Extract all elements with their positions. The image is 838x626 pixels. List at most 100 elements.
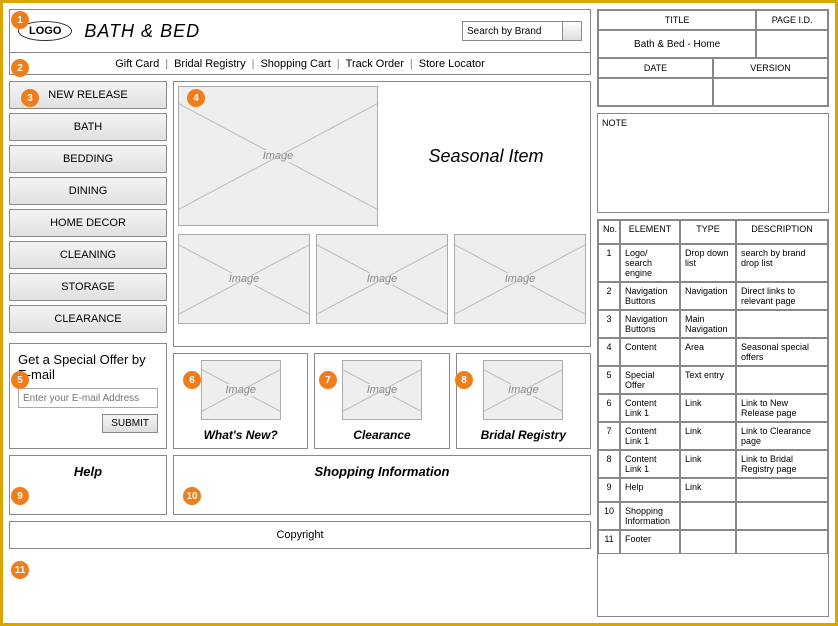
spec-no: 2: [598, 282, 620, 310]
meta-version-value: [713, 78, 828, 106]
annotation-5: 5: [11, 371, 29, 389]
spec-table: No. ELEMENT TYPE DESCRIPTION 1Logo/ sear…: [597, 219, 829, 617]
spec-element: Content: [620, 338, 680, 366]
spec-no: 10: [598, 502, 620, 530]
spec-element: Footer: [620, 530, 680, 554]
meta-pageid-head: PAGE I.D.: [756, 10, 828, 30]
spec-element: Logo/ search engine: [620, 244, 680, 282]
spec-element: Help: [620, 478, 680, 502]
cat-cleaning[interactable]: CLEANING: [9, 241, 167, 269]
spec-element: Shopping Information: [620, 502, 680, 530]
spec-row: 6Content Link 1LinkLink to New Release p…: [598, 394, 828, 422]
spec-row: 2Navigation ButtonsNavigationDirect link…: [598, 282, 828, 310]
meta-title-table: TITLE PAGE I.D. Bath & Bed - Home DATE V…: [597, 9, 829, 107]
card-whats-new[interactable]: Image What's New?: [173, 353, 308, 449]
spec-row: 9HelpLink: [598, 478, 828, 502]
site-title: BATH & BED: [84, 21, 200, 42]
spec-type: Main Navigation: [680, 310, 736, 338]
card-caption: Bridal Registry: [481, 428, 566, 442]
spec-row: 3Navigation ButtonsMain Navigation: [598, 310, 828, 338]
spec-row: 5Special OfferText entry: [598, 366, 828, 394]
annotation-10: 10: [183, 487, 201, 505]
spec-no: 11: [598, 530, 620, 554]
content-area: Image Seasonal Item Image Image Image: [173, 81, 591, 347]
note-box: NOTE: [597, 113, 829, 213]
annotation-3: 3: [21, 89, 39, 107]
cat-clearance[interactable]: CLEARANCE: [9, 305, 167, 333]
spec-type: [680, 530, 736, 554]
thumb-image: Image: [178, 234, 310, 324]
hero-image: Image: [178, 86, 378, 226]
card-caption: Clearance: [353, 428, 410, 442]
spec-row: 4ContentAreaSeasonal special offers: [598, 338, 828, 366]
email-field[interactable]: [18, 388, 158, 408]
spec-type: [680, 502, 736, 530]
annotation-1: 1: [11, 11, 29, 29]
meta-date-head: DATE: [598, 58, 713, 78]
offer-title: Get a Special Offer by E-mail: [18, 352, 158, 382]
spec-type: Navigation: [680, 282, 736, 310]
spec-row: 10Shopping Information: [598, 502, 828, 530]
spec-type: Drop down list: [680, 244, 736, 282]
spec-head-no: No.: [598, 220, 620, 244]
meta-title-value: Bath & Bed - Home: [598, 30, 756, 58]
annotation-4: 4: [187, 89, 205, 107]
spec-element: Content Link 1: [620, 450, 680, 478]
card-caption: What's New?: [204, 428, 278, 442]
cat-home-decor[interactable]: HOME DECOR: [9, 209, 167, 237]
thumb-image: Image: [454, 234, 586, 324]
shopping-information-box[interactable]: Shopping Information: [173, 455, 591, 515]
card-image: Image: [483, 360, 563, 420]
spec-head-type: TYPE: [680, 220, 736, 244]
cat-bath[interactable]: BATH: [9, 113, 167, 141]
spec-no: 3: [598, 310, 620, 338]
spec-no: 6: [598, 394, 620, 422]
spec-element: Special Offer: [620, 366, 680, 394]
search-by-brand-dropdown[interactable]: Search by Brand: [462, 21, 582, 41]
spec-type: Link: [680, 450, 736, 478]
spec-type: Text entry: [680, 366, 736, 394]
spec-no: 9: [598, 478, 620, 502]
spec-element: Navigation Buttons: [620, 310, 680, 338]
meta-version-head: VERSION: [713, 58, 828, 78]
spec-description: Link to Bridal Registry page: [736, 450, 828, 478]
card-bridal-registry[interactable]: Image Bridal Registry: [456, 353, 591, 449]
meta-pageid-value: [756, 30, 828, 58]
nav-gift-card[interactable]: Gift Card: [115, 58, 159, 70]
annotation-7: 7: [319, 371, 337, 389]
spec-element: Navigation Buttons: [620, 282, 680, 310]
spec-element: Content Link 1: [620, 394, 680, 422]
cat-bedding[interactable]: BEDDING: [9, 145, 167, 173]
card-image: Image: [342, 360, 422, 420]
spec-description: [736, 502, 828, 530]
nav-bridal-registry[interactable]: Bridal Registry: [174, 58, 246, 70]
card-clearance[interactable]: Image Clearance: [314, 353, 449, 449]
spec-no: 4: [598, 338, 620, 366]
cat-storage[interactable]: STORAGE: [9, 273, 167, 301]
cat-dining[interactable]: DINING: [9, 177, 167, 205]
spec-type: Link: [680, 478, 736, 502]
spec-type: Area: [680, 338, 736, 366]
spec-description: Direct links to relevant page: [736, 282, 828, 310]
chevron-down-icon: [568, 28, 576, 33]
nav-track-order[interactable]: Track Order: [346, 58, 404, 70]
thumb-image: Image: [316, 234, 448, 324]
top-nav: Gift Card| Bridal Registry| Shopping Car…: [9, 53, 591, 75]
meta-title-head: TITLE: [598, 10, 756, 30]
annotation-2: 2: [11, 59, 29, 77]
footer: Copyright: [9, 521, 591, 549]
spec-head-description: DESCRIPTION: [736, 220, 828, 244]
spec-description: search by brand drop list: [736, 244, 828, 282]
spec-row: 11Footer: [598, 530, 828, 554]
annotation-6: 6: [183, 371, 201, 389]
spec-no: 5: [598, 366, 620, 394]
annotation-9: 9: [11, 487, 29, 505]
submit-button[interactable]: SUBMIT: [102, 414, 158, 433]
spec-description: Link to New Release page: [736, 394, 828, 422]
card-image: Image: [201, 360, 281, 420]
nav-shopping-cart[interactable]: Shopping Cart: [260, 58, 330, 70]
spec-no: 7: [598, 422, 620, 450]
help-box[interactable]: Help: [9, 455, 167, 515]
spec-description: [736, 530, 828, 554]
nav-store-locator[interactable]: Store Locator: [419, 58, 485, 70]
